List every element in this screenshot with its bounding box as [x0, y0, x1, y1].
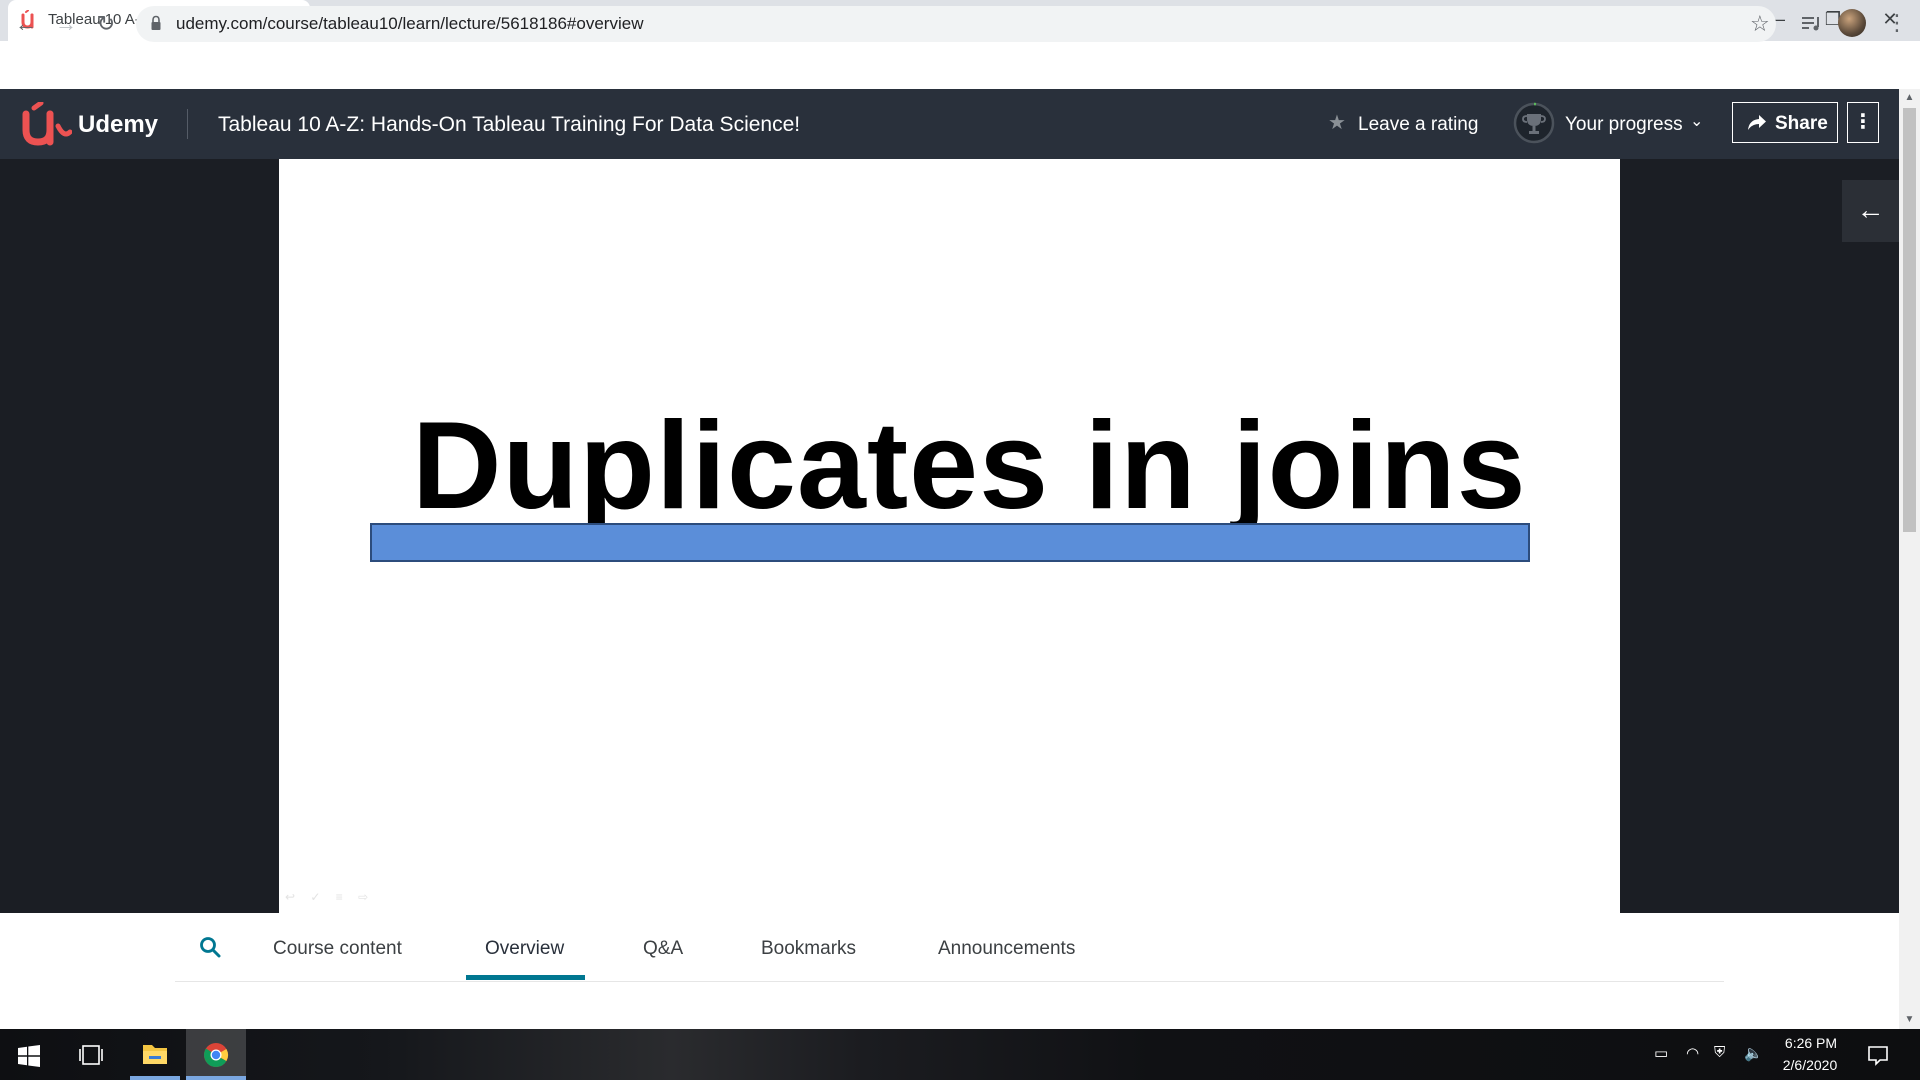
- more-options-icon[interactable]: ⋮: [1847, 102, 1879, 143]
- bookmark-star-icon[interactable]: ☆: [1750, 13, 1770, 35]
- share-button[interactable]: Share: [1732, 102, 1838, 143]
- course-title[interactable]: Tableau 10 A-Z: Hands-On Tableau Trainin…: [218, 113, 800, 137]
- scroll-up-arrow-icon[interactable]: ▲: [1899, 89, 1920, 107]
- scrollbar-thumb[interactable]: [1903, 108, 1916, 532]
- chrome-taskbar-button[interactable]: [186, 1029, 246, 1080]
- back-icon[interactable]: ←: [12, 10, 40, 38]
- media-queue-icon[interactable]: [1799, 12, 1823, 36]
- leave-rating-link[interactable]: Leave a rating: [1358, 114, 1478, 136]
- share-button-label: Share: [1775, 113, 1828, 134]
- reload-icon[interactable]: ↻: [92, 10, 120, 38]
- clock-time[interactable]: 6:26 PM: [1784, 1035, 1838, 1051]
- chevron-down-icon[interactable]: ⌄: [1690, 111, 1703, 131]
- faint-slide-controls: ↩ ✓ ≡ ⇨: [285, 890, 375, 904]
- header-divider: [187, 109, 188, 139]
- scroll-down-arrow-icon[interactable]: ▼: [1899, 1011, 1920, 1029]
- task-view-icon[interactable]: [78, 1043, 104, 1067]
- forward-icon[interactable]: →: [52, 10, 80, 38]
- windows-taskbar: [0, 1029, 1920, 1080]
- kebab-menu-icon[interactable]: ⋮: [1886, 10, 1908, 38]
- wifi-icon[interactable]: ◠: [1686, 1044, 1699, 1062]
- tab-announcements[interactable]: Announcements: [938, 938, 1075, 960]
- windows-start-icon[interactable]: [18, 1045, 40, 1067]
- browser-toolbar: [0, 41, 1920, 90]
- explorer-active-indicator: [130, 1076, 180, 1080]
- url-text[interactable]: udemy.com/course/tableau10/learn/lecture…: [176, 14, 643, 34]
- search-icon[interactable]: [199, 936, 221, 958]
- slide-title: Duplicates in joins: [412, 397, 1527, 535]
- lock-icon[interactable]: [150, 15, 162, 31]
- tab-course-content[interactable]: Course content: [273, 938, 402, 960]
- course-header: Udemy Tableau 10 A-Z: Hands-On Tableau T…: [0, 89, 1899, 159]
- volume-icon[interactable]: 🔈: [1744, 1044, 1763, 1062]
- share-arrow-icon: [1748, 115, 1766, 130]
- tabs-divider: [175, 981, 1724, 982]
- tab-qa[interactable]: Q&A: [643, 938, 683, 960]
- your-progress-label[interactable]: Your progress: [1565, 114, 1683, 136]
- chrome-active-indicator: [186, 1076, 246, 1080]
- open-sidebar-arrow-icon[interactable]: ←: [1842, 180, 1899, 242]
- udemy-logo-text[interactable]: Udemy: [78, 111, 158, 139]
- profile-avatar[interactable]: [1838, 9, 1866, 37]
- chrome-icon: [204, 1043, 229, 1068]
- udemy-logo-icon[interactable]: [20, 102, 72, 146]
- battery-icon[interactable]: ▭: [1654, 1044, 1668, 1062]
- tab-bookmarks[interactable]: Bookmarks: [761, 938, 856, 960]
- security-shield-icon[interactable]: ⛨: [1714, 1044, 1725, 1061]
- action-center-icon[interactable]: [1866, 1043, 1890, 1067]
- file-explorer-icon[interactable]: [130, 1029, 180, 1080]
- lecture-tabs-area: [0, 913, 1899, 1029]
- tab-overview[interactable]: Overview: [485, 938, 564, 960]
- slide-highlight-bar: [370, 523, 1530, 562]
- rating-star-icon[interactable]: ★: [1328, 113, 1346, 133]
- clock-date[interactable]: 2/6/2020: [1778, 1057, 1842, 1073]
- active-tab-underline: [466, 975, 585, 980]
- trophy-progress-icon[interactable]: [1512, 101, 1556, 145]
